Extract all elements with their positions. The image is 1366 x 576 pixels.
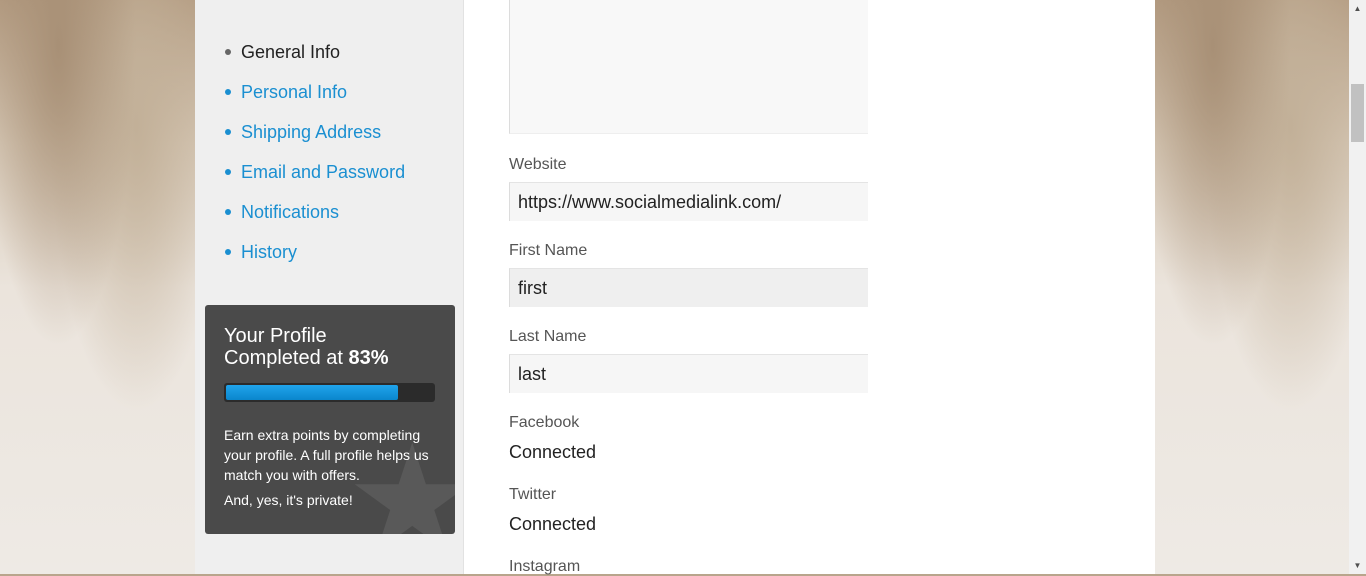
- scroll-up-arrow-icon[interactable]: ▲: [1349, 0, 1366, 17]
- profile-completion-box: ★ Your Profile Completed at 83% Earn ext…: [205, 305, 455, 534]
- sidebar-item-label[interactable]: General Info: [241, 38, 340, 66]
- scroll-down-arrow-icon[interactable]: ▼: [1349, 557, 1366, 574]
- sidebar-item-label[interactable]: History: [241, 238, 297, 266]
- profile-title-line2: Completed at: [224, 347, 349, 369]
- facebook-status: Connected: [509, 442, 597, 462]
- sidebar-item-label[interactable]: Personal Info: [241, 78, 347, 106]
- website-label: Website: [509, 156, 567, 173]
- profile-description: Earn extra points by completing your pro…: [224, 425, 439, 510]
- profile-completion-percent: 83%: [348, 347, 389, 369]
- profile-progress-bar: [224, 383, 435, 402]
- twitter-label: Twitter: [509, 486, 557, 503]
- sidebar: General Info Personal Info Shipping Addr…: [195, 0, 464, 574]
- first-name-label: First Name: [509, 242, 588, 259]
- background-beach-left: [0, 0, 195, 574]
- bullet-icon: [225, 49, 231, 55]
- profile-description-text: Earn extra points by completing your pro…: [224, 427, 429, 483]
- bullet-icon: [225, 89, 231, 95]
- bullet-icon: [225, 249, 231, 255]
- vertical-scrollbar[interactable]: ▲ ▼: [1349, 0, 1366, 574]
- sidebar-item-label[interactable]: Email and Password: [241, 158, 405, 186]
- profile-title-line1: Your Profile: [224, 325, 327, 347]
- background-beach-right: [1155, 0, 1349, 574]
- last-name-label: Last Name: [509, 328, 587, 345]
- scrollbar-thumb[interactable]: [1351, 84, 1364, 142]
- website-input[interactable]: https://www.socialmedialink.com/: [509, 182, 868, 221]
- sidebar-item-label[interactable]: Notifications: [241, 198, 339, 226]
- profile-progress-fill: [226, 385, 398, 400]
- bullet-icon: [225, 209, 231, 215]
- first-name-input[interactable]: first: [509, 268, 868, 307]
- profile-completion-title: Your Profile Completed at 83%: [224, 325, 389, 369]
- page-container: General Info Personal Info Shipping Addr…: [195, 0, 1155, 575]
- sidebar-item-label[interactable]: Shipping Address: [241, 118, 381, 146]
- twitter-status: Connected: [509, 514, 597, 534]
- facebook-label: Facebook: [509, 414, 580, 431]
- last-name-input[interactable]: last: [509, 354, 868, 393]
- bullet-icon: [225, 129, 231, 135]
- profile-privacy-note: And, yes, it's private!: [224, 492, 353, 508]
- instagram-label: Instagram: [509, 558, 581, 575]
- bio-textarea[interactable]: [509, 0, 868, 134]
- bullet-icon: [225, 169, 231, 175]
